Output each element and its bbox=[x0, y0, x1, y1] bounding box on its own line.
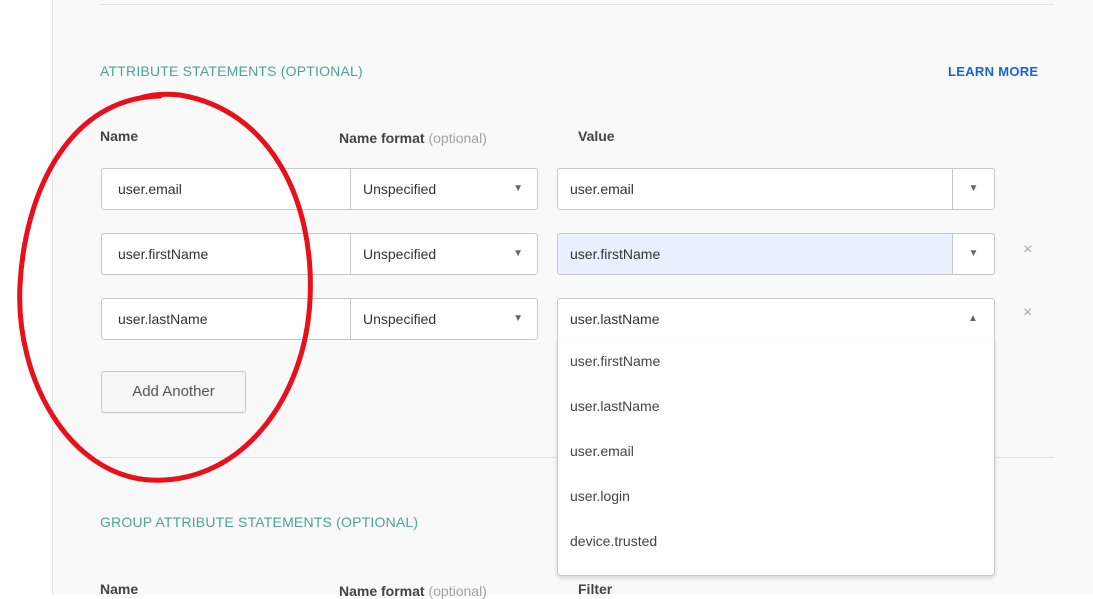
page-margin bbox=[0, 0, 52, 595]
chevron-down-icon: ▼ bbox=[513, 183, 523, 194]
attribute-value-combobox[interactable]: user.email ▼ bbox=[557, 168, 995, 210]
group-column-header-name-format: Name format (optional) bbox=[339, 583, 487, 599]
attribute-value-text[interactable]: user.lastName bbox=[570, 299, 659, 339]
chevron-up-icon[interactable]: ▲ bbox=[952, 299, 994, 339]
name-format-select[interactable]: Unspecified ▼ bbox=[350, 298, 538, 340]
name-format-value: Unspecified bbox=[363, 181, 437, 197]
group-column-header-name-format-label: Name format bbox=[339, 583, 425, 599]
remove-row-icon[interactable]: × bbox=[1023, 304, 1032, 322]
dropdown-option[interactable]: user.firstName bbox=[558, 339, 994, 384]
learn-more-link[interactable]: LEARN MORE bbox=[948, 64, 1038, 79]
add-another-button[interactable]: Add Another bbox=[101, 371, 246, 413]
top-divider bbox=[99, 4, 1054, 5]
attribute-name-input[interactable]: user.email bbox=[101, 168, 351, 210]
value-dropdown-list: user.firstName user.lastName user.email … bbox=[557, 339, 995, 576]
column-header-optional-hint: (optional) bbox=[428, 130, 487, 146]
dropdown-option[interactable]: user.email bbox=[558, 429, 994, 474]
dropdown-option[interactable]: user.lastName bbox=[558, 384, 994, 429]
chevron-down-icon[interactable]: ▼ bbox=[952, 234, 994, 274]
name-format-select[interactable]: Unspecified ▼ bbox=[350, 233, 538, 275]
chevron-down-icon[interactable]: ▼ bbox=[952, 169, 994, 209]
attribute-name-input[interactable]: user.lastName bbox=[101, 298, 351, 340]
settings-panel: ATTRIBUTE STATEMENTS (OPTIONAL) LEARN MO… bbox=[52, 0, 1093, 599]
attribute-statements-title: ATTRIBUTE STATEMENTS (OPTIONAL) bbox=[100, 63, 363, 79]
dropdown-option[interactable]: user.login bbox=[558, 474, 994, 519]
name-format-value: Unspecified bbox=[363, 311, 437, 327]
remove-row-icon[interactable]: × bbox=[1023, 241, 1032, 259]
name-format-value: Unspecified bbox=[363, 246, 437, 262]
column-header-name: Name bbox=[100, 128, 139, 144]
attribute-value-combobox-open[interactable]: user.lastName ▲ bbox=[557, 298, 995, 340]
column-header-value: Value bbox=[578, 128, 615, 144]
column-header-name-format: Name format (optional) bbox=[339, 130, 487, 146]
attribute-name-input[interactable]: user.firstName bbox=[101, 233, 351, 275]
attribute-value-text[interactable]: user.email bbox=[570, 169, 634, 209]
chevron-down-icon: ▼ bbox=[513, 248, 523, 259]
dropdown-option[interactable]: device.trusted bbox=[558, 519, 994, 564]
column-header-name-format-label: Name format bbox=[339, 130, 425, 146]
group-column-header-optional-hint: (optional) bbox=[428, 583, 487, 599]
chevron-down-icon: ▼ bbox=[513, 313, 523, 324]
group-attribute-statements-title: GROUP ATTRIBUTE STATEMENTS (OPTIONAL) bbox=[100, 514, 419, 530]
name-format-select[interactable]: Unspecified ▼ bbox=[350, 168, 538, 210]
attribute-value-text[interactable]: user.firstName bbox=[570, 234, 660, 274]
attribute-value-combobox[interactable]: user.firstName ▼ bbox=[557, 233, 995, 275]
